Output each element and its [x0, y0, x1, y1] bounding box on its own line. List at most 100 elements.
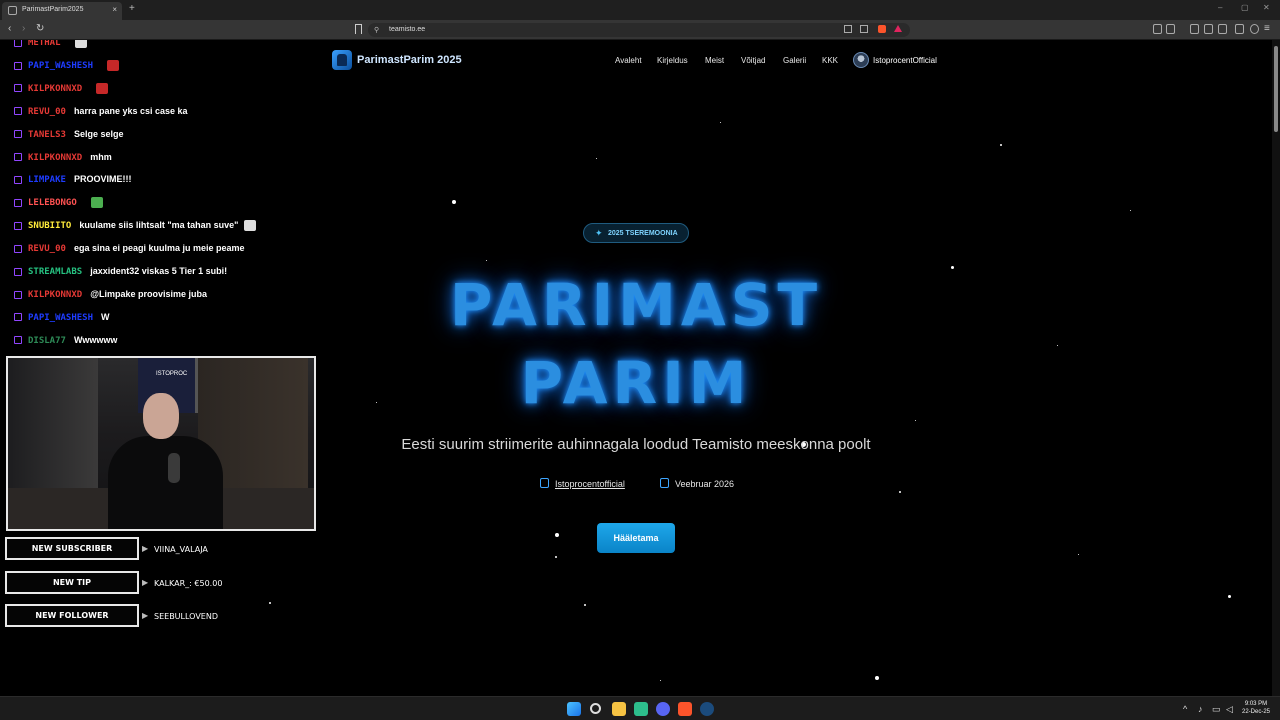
calendar-icon: [660, 478, 669, 488]
twitch-link[interactable]: Istoprocentofficial: [555, 479, 625, 489]
twitch-badge-icon: [14, 313, 22, 322]
tab-close-icon[interactable]: ×: [112, 5, 117, 14]
chat-emote-icon: [244, 220, 257, 232]
volume-icon[interactable]: ◁: [1226, 704, 1233, 715]
forward-arrow-icon[interactable]: ›: [22, 23, 25, 34]
chat-message: METHAL: [14, 40, 87, 51]
share-icon[interactable]: [860, 25, 868, 33]
chat-username: KILPKONNXD: [28, 289, 83, 300]
split-view-icon[interactable]: [1218, 24, 1227, 34]
maximize-button[interactable]: ▢: [1241, 3, 1249, 12]
nav-link-meist[interactable]: Meist: [705, 56, 724, 65]
star: [660, 680, 661, 681]
search-icon[interactable]: [590, 703, 601, 714]
star: [915, 420, 916, 421]
bookmark-icon[interactable]: [355, 24, 362, 34]
site-info-icon[interactable]: ⚲: [374, 26, 379, 34]
hero-title: PARIMAST PARIM: [400, 266, 872, 422]
user-name[interactable]: IstoprocentOfficial: [873, 56, 937, 65]
sidebar-icon[interactable]: [1204, 24, 1213, 34]
nav-link-kkk[interactable]: KKK: [822, 56, 838, 65]
site-name[interactable]: ParimastParim 2025: [357, 54, 462, 66]
chat-text: ega sina ei peagi kuulma ju meie peame: [73, 243, 245, 254]
star: [1057, 345, 1058, 346]
twitch-badge-icon: [14, 198, 22, 207]
chat-emote-icon: [90, 197, 103, 209]
alert-subscriber: NEW SUBSCRIBER: [5, 537, 139, 560]
alert-follower-name: SEEBULLOVEND: [154, 612, 218, 621]
tray-expand-icon[interactable]: ^: [1183, 704, 1187, 714]
nav-link-kirjeldus[interactable]: Kirjeldus: [657, 56, 688, 65]
ceremony-badge: ✦ 2025 TSEREMOONIA: [583, 223, 689, 243]
back-arrow-icon[interactable]: ‹: [8, 23, 11, 34]
address-bar[interactable]: ⚲ teamisto.ee: [368, 23, 910, 37]
alert-arrow-icon: ▶: [142, 578, 149, 587]
page-scrollbar[interactable]: [1272, 40, 1280, 696]
menu-icon[interactable]: ≡: [1264, 23, 1270, 34]
alert-tip-name: KALKAR_: €50.00: [154, 579, 223, 588]
star: [1130, 210, 1131, 211]
minimize-button[interactable]: –: [1218, 3, 1222, 12]
clock-time: 9:03 PM: [1244, 701, 1268, 707]
microphone-tray-icon[interactable]: ♪: [1198, 704, 1203, 714]
chat-message: SNUBIITO kuulame siis lihtsalt "ma tahan …: [14, 220, 257, 234]
windows-taskbar: ^ ♪ ▭ ◁ 9:03 PM 22-Dec-25: [0, 696, 1280, 720]
chat-username: LELEBONGO: [28, 198, 77, 209]
new-tab-button[interactable]: +: [129, 3, 135, 14]
star: [1078, 554, 1079, 555]
browser-tab[interactable]: ParimastParim2025 ×: [2, 2, 122, 20]
star: [555, 533, 559, 537]
url-text[interactable]: teamisto.ee: [389, 26, 425, 33]
scrollbar-thumb[interactable]: [1274, 46, 1278, 132]
chat-emote-icon: [107, 60, 120, 72]
vpn-icon[interactable]: [1250, 24, 1259, 34]
chat-username: REVU_00: [28, 244, 66, 255]
site-logo-icon[interactable]: [332, 50, 352, 70]
brave-browser-icon[interactable]: [678, 702, 692, 716]
alert-subscriber-name: VIINA_VALAJA: [154, 545, 208, 554]
twitch-badge-icon: [14, 153, 22, 162]
star: [899, 491, 901, 493]
chat-username: LIMPAKE: [28, 175, 66, 186]
badge-text: 2025 TSEREMOONIA: [608, 230, 678, 237]
vote-button[interactable]: Hääletama: [597, 523, 675, 553]
twitch-badge-icon: [14, 267, 22, 276]
chat-text: PROOVIME!!!: [73, 174, 132, 185]
star: [596, 158, 597, 159]
network-icon[interactable]: ▭: [1212, 704, 1221, 715]
media-icon[interactable]: [1190, 24, 1199, 34]
extensions-icon[interactable]: [1235, 24, 1244, 34]
reader-mode-icon[interactable]: [844, 25, 852, 33]
chat-text: mhm: [90, 151, 112, 162]
chat-text: Wwwwww: [73, 334, 118, 345]
file-explorer-icon[interactable]: [612, 702, 626, 716]
wallet-icon[interactable]: [1153, 24, 1162, 34]
steam-icon[interactable]: [700, 702, 714, 716]
chat-message: LELEBONGO: [14, 197, 103, 211]
chat-username: DISLA77: [28, 335, 66, 346]
webcam-feed: ISTOPROC: [6, 356, 316, 531]
twitch-badge-icon: [14, 84, 22, 93]
taskbar-clock[interactable]: 9:03 PM 22-Dec-25: [1236, 700, 1276, 716]
tab-search-icon[interactable]: [1166, 24, 1175, 34]
chat-text: W: [101, 311, 110, 322]
user-avatar[interactable]: [853, 52, 869, 68]
close-window-button[interactable]: ✕: [1263, 3, 1270, 12]
twitch-badge-icon: [14, 290, 22, 299]
app-icon[interactable]: [634, 702, 648, 716]
nav-link-avaleht[interactable]: Avaleht: [615, 56, 642, 65]
twitch-badge-icon: [14, 336, 22, 345]
chat-text: Selge selge: [73, 128, 124, 139]
brave-shields-icon[interactable]: [878, 25, 886, 33]
nav-link-galerii[interactable]: Galerii: [783, 56, 806, 65]
chat-message: REVU_00 harra pane yks csi case ka: [14, 106, 188, 120]
discord-icon[interactable]: [656, 702, 670, 716]
star: [951, 266, 954, 269]
chat-message: KILPKONNXD mhm: [14, 152, 112, 166]
start-menu-icon[interactable]: [567, 702, 581, 716]
reload-icon[interactable]: ↻: [36, 23, 44, 34]
brave-rewards-icon[interactable]: [894, 25, 902, 32]
alert-arrow-icon: ▶: [142, 544, 149, 553]
nav-link-voitjad[interactable]: Võitjad: [741, 56, 765, 65]
browser-tab-bar: ParimastParim2025 × + – ▢ ✕: [0, 0, 1280, 20]
